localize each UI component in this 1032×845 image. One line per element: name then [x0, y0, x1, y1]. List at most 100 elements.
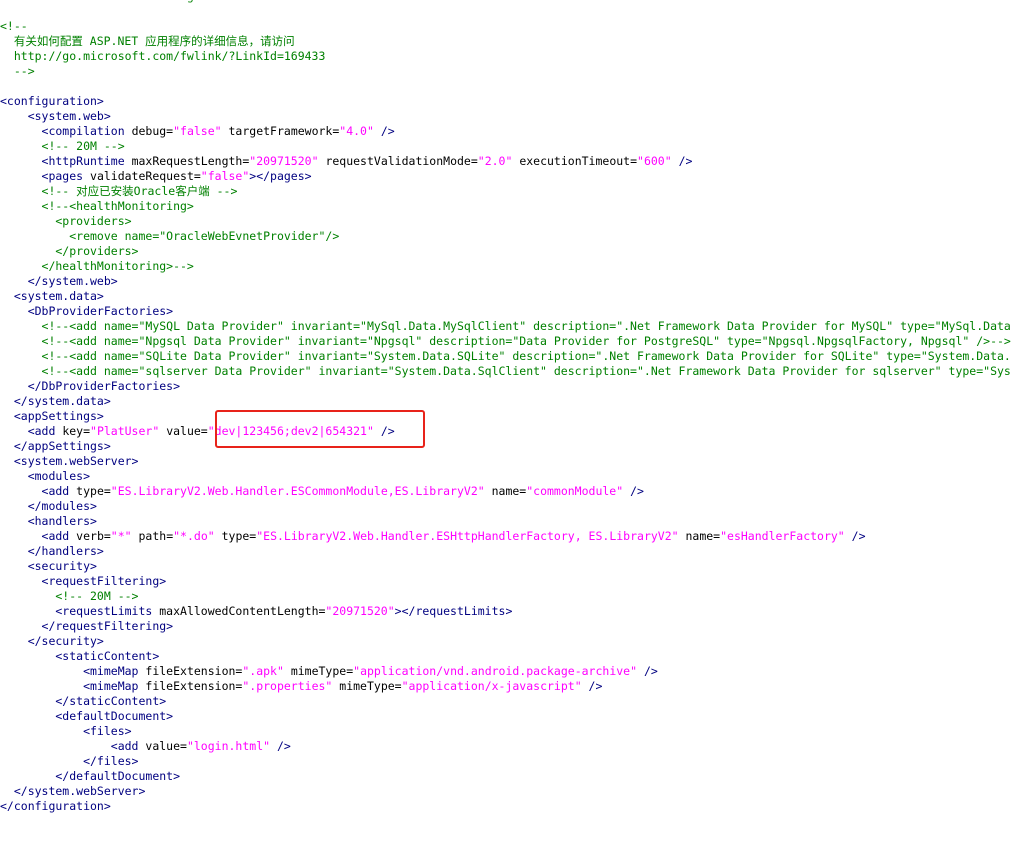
- code-line[interactable]: <staticContent>: [0, 649, 1032, 664]
- code-token-tag: <pages: [0, 169, 91, 183]
- code-line[interactable]: <DbProviderFactories>: [0, 304, 1032, 319]
- code-token-tag: </DbProviderFactories>: [0, 379, 181, 393]
- code-token-attr: validateRequest=: [90, 169, 201, 183]
- code-line[interactable]: </healthMonitoring>-->: [0, 259, 1032, 274]
- code-token-tag: </requestFiltering>: [0, 619, 174, 633]
- code-token-tag: ></pages>: [249, 169, 312, 183]
- code-line[interactable]: <remove name="OracleWebEvnetProvider"/>: [0, 229, 1032, 244]
- code-line[interactable]: </staticContent>: [0, 694, 1032, 709]
- code-token-tag: <add: [0, 484, 77, 498]
- code-line[interactable]: <defaultDocument>: [0, 709, 1032, 724]
- code-token-comment: <!-- 对应已安装Oracle客户端 -->: [0, 184, 238, 198]
- code-token-tag: />: [270, 739, 291, 753]
- code-token-attr: type=: [76, 484, 111, 498]
- code-line[interactable]: <security>: [0, 559, 1032, 574]
- code-line[interactable]: <add type="ES.LibraryV2.Web.Handler.ESCo…: [0, 484, 1032, 499]
- code-line[interactable]: <!--<add name="sqlserver Data Provider" …: [0, 364, 1032, 379]
- code-token-tag: <staticContent>: [0, 649, 160, 663]
- code-line[interactable]: <mimeMap fileExtension=".apk" mimeType="…: [0, 664, 1032, 679]
- code-line[interactable]: </providers>: [0, 244, 1032, 259]
- code-token-tag: />: [373, 424, 395, 438]
- code-line[interactable]: <!--: [0, 19, 1032, 34]
- code-line[interactable]: <add verb="*" path="*.do" type="ES.Libra…: [0, 529, 1032, 544]
- code-line[interactable]: <!--<add name="SQLite Data Provider" inv…: [0, 349, 1032, 364]
- code-token-tag: </staticContent>: [0, 694, 167, 708]
- code-line[interactable]: </defaultDocument>: [0, 769, 1032, 784]
- code-line[interactable]: </modules>: [0, 499, 1032, 514]
- code-line[interactable]: </configuration>: [0, 799, 1032, 814]
- code-line[interactable]: <mimeMap fileExtension=".properties" mim…: [0, 679, 1032, 694]
- code-token-value: "esHandlerFactory": [720, 529, 845, 543]
- code-line[interactable]: </system.data>: [0, 394, 1032, 409]
- code-token-tag: </configuration>: [0, 799, 111, 813]
- code-token-comment: <remove name="OracleWebEvnetProvider"/>: [0, 229, 340, 243]
- code-line[interactable]: -->: [0, 64, 1032, 79]
- code-token-tag: </security>: [0, 634, 104, 648]
- code-line[interactable]: [0, 79, 1032, 94]
- code-line[interactable]: <add value="login.html" />: [0, 739, 1032, 754]
- code-token-tag: <add: [0, 529, 77, 543]
- code-token-value: "false": [200, 169, 250, 183]
- code-token-value: "600": [637, 154, 672, 168]
- code-line[interactable]: <requestLimits maxAllowedContentLength="…: [0, 604, 1032, 619]
- code-line[interactable]: <!--<healthMonitoring>: [0, 199, 1032, 214]
- code-token-value: "PlatUser": [90, 424, 160, 438]
- code-line[interactable]: 有关如何配置 ASP.NET 应用程序的详细信息，请访问: [0, 34, 1032, 49]
- code-line[interactable]: <compilation debug="false" targetFramewo…: [0, 124, 1032, 139]
- code-area[interactable]: <?xml version="1.0" encoding="utf-8"?> <!…: [0, 0, 1032, 814]
- code-line[interactable]: </system.webServer>: [0, 784, 1032, 799]
- code-line[interactable]: </handlers>: [0, 544, 1032, 559]
- code-line[interactable]: http://go.microsoft.com/fwlink/?LinkId=1…: [0, 49, 1032, 64]
- code-line[interactable]: <handlers>: [0, 514, 1032, 529]
- code-token-tag: </handlers>: [0, 544, 104, 558]
- code-token-tag: ></requestLimits>: [394, 604, 513, 618]
- code-token-attr: key=: [62, 424, 91, 438]
- code-line[interactable]: <system.web>: [0, 109, 1032, 124]
- code-line[interactable]: </appSettings>: [0, 439, 1032, 454]
- code-line[interactable]: </DbProviderFactories>: [0, 379, 1032, 394]
- code-token-tag: </modules>: [0, 499, 97, 513]
- code-token-tag: <compilation: [0, 124, 132, 138]
- code-token-comment: <providers>: [0, 214, 132, 228]
- code-line[interactable]: <modules>: [0, 469, 1032, 484]
- code-token-tag: />: [671, 154, 693, 168]
- code-line[interactable]: <!-- 对应已安装Oracle客户端 -->: [0, 184, 1032, 199]
- code-line[interactable]: <appSettings>: [0, 409, 1032, 424]
- code-line[interactable]: <httpRuntime maxRequestLength="20971520"…: [0, 154, 1032, 169]
- code-token-tag: </appSettings>: [0, 439, 111, 453]
- code-line[interactable]: <pages validateRequest="false"></pages>: [0, 169, 1032, 184]
- code-line[interactable]: <providers>: [0, 214, 1032, 229]
- code-token-value: "commonModule": [526, 484, 624, 498]
- code-line[interactable]: <system.webServer>: [0, 454, 1032, 469]
- code-line[interactable]: </security>: [0, 634, 1032, 649]
- code-token-value: ".properties": [242, 679, 333, 693]
- code-line[interactable]: </system.web>: [0, 274, 1032, 289]
- code-line[interactable]: <!--<add name="Npgsql Data Provider" inv…: [0, 334, 1032, 349]
- code-token-comment: <!-- 20M -->: [0, 139, 125, 153]
- code-line[interactable]: <requestFiltering>: [0, 574, 1032, 589]
- code-line[interactable]: [0, 4, 1032, 19]
- code-line[interactable]: </files>: [0, 754, 1032, 769]
- code-token-tag: <DbProviderFactories>: [0, 304, 174, 318]
- code-token-value: "ES.LibraryV2.Web.Handler.ESCommonModule…: [110, 484, 485, 498]
- code-token-attr: name=: [678, 529, 721, 543]
- code-token-tag: />: [623, 484, 644, 498]
- code-line[interactable]: <!-- 20M -->: [0, 589, 1032, 604]
- code-token-comment: <!-- 20M -->: [0, 589, 139, 603]
- code-editor[interactable]: <?xml version="1.0" encoding="utf-8"?> <!…: [0, 0, 1032, 845]
- code-line[interactable]: <files>: [0, 724, 1032, 739]
- code-token-tag: </defaultDocument>: [0, 769, 181, 783]
- code-line[interactable]: <configuration>: [0, 94, 1032, 109]
- code-line[interactable]: </requestFiltering>: [0, 619, 1032, 634]
- code-line[interactable]: <!--<add name="MySQL Data Provider" inva…: [0, 319, 1032, 334]
- code-token-comment: <!--<add name="sqlserver Data Provider" …: [0, 364, 1011, 378]
- code-token-tag: />: [844, 529, 866, 543]
- code-token-tag: </system.web>: [0, 274, 118, 288]
- code-token-attr: executionTimeout=: [512, 154, 638, 168]
- code-token-comment: <!--<healthMonitoring>: [0, 199, 194, 213]
- code-token-tag: <system.webServer>: [0, 454, 139, 468]
- code-line[interactable]: <add key="PlatUser" value="dev|123456;de…: [0, 424, 1032, 439]
- code-token-attr: verb=: [76, 529, 111, 543]
- code-line[interactable]: <system.data>: [0, 289, 1032, 304]
- code-line[interactable]: <!-- 20M -->: [0, 139, 1032, 154]
